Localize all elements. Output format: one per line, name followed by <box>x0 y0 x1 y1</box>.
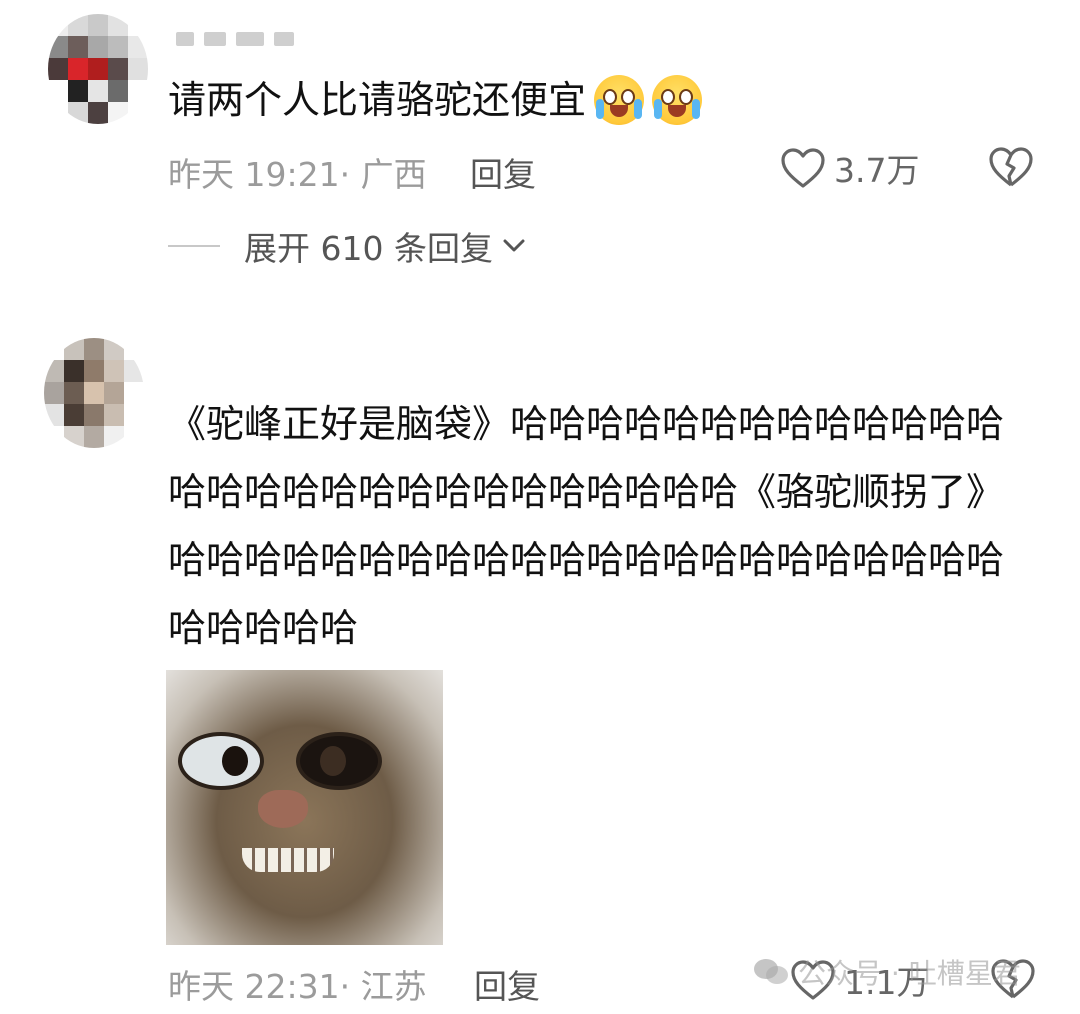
cat-nose <box>258 790 308 828</box>
cat-teeth <box>242 848 334 872</box>
reply-button[interactable]: 回复 <box>474 960 540 1008</box>
comment-text: 请两个人比请骆驼还便宜 <box>168 66 703 134</box>
like-count: 3.7万 <box>834 151 920 190</box>
crying-laughing-emoji-icon <box>652 75 703 125</box>
chevron-down-icon <box>503 239 525 252</box>
comment-text: 《驼峰正好是脑袋》哈哈哈哈哈哈哈哈哈哈哈哈哈哈哈哈哈哈哈哈哈哈哈哈哈哈哈哈《骆驼… <box>168 402 1005 650</box>
cat-meme-image[interactable] <box>166 670 443 945</box>
comment-time-location: 昨天 19:21· 广西 <box>168 155 427 194</box>
dislike-button[interactable] <box>988 146 1034 192</box>
comment-time-location: 昨天 22:31· 江苏 <box>168 967 427 1006</box>
like-button[interactable]: 3.7万 <box>780 144 919 192</box>
reply-button[interactable]: 回复 <box>470 148 536 196</box>
cat-eye-left <box>178 732 264 790</box>
divider-line <box>168 245 220 247</box>
heart-icon <box>781 148 825 188</box>
broken-heart-icon <box>989 147 1033 187</box>
expand-replies-button[interactable]: 展开 610 条回复 <box>168 222 525 270</box>
watermark-text: 公众号 · 吐槽星君 <box>798 957 1021 990</box>
wechat-icon <box>754 959 788 984</box>
crying-laughing-emoji-icon <box>594 75 645 125</box>
commenter-username-blurred[interactable] <box>176 32 294 46</box>
commenter-avatar[interactable] <box>48 14 148 124</box>
expand-replies-label: 展开 610 条回复 <box>244 229 493 268</box>
watermark: 公众号 · 吐槽星君 <box>752 952 1021 992</box>
commenter-avatar[interactable] <box>44 338 144 448</box>
cat-eye-right <box>296 732 382 790</box>
